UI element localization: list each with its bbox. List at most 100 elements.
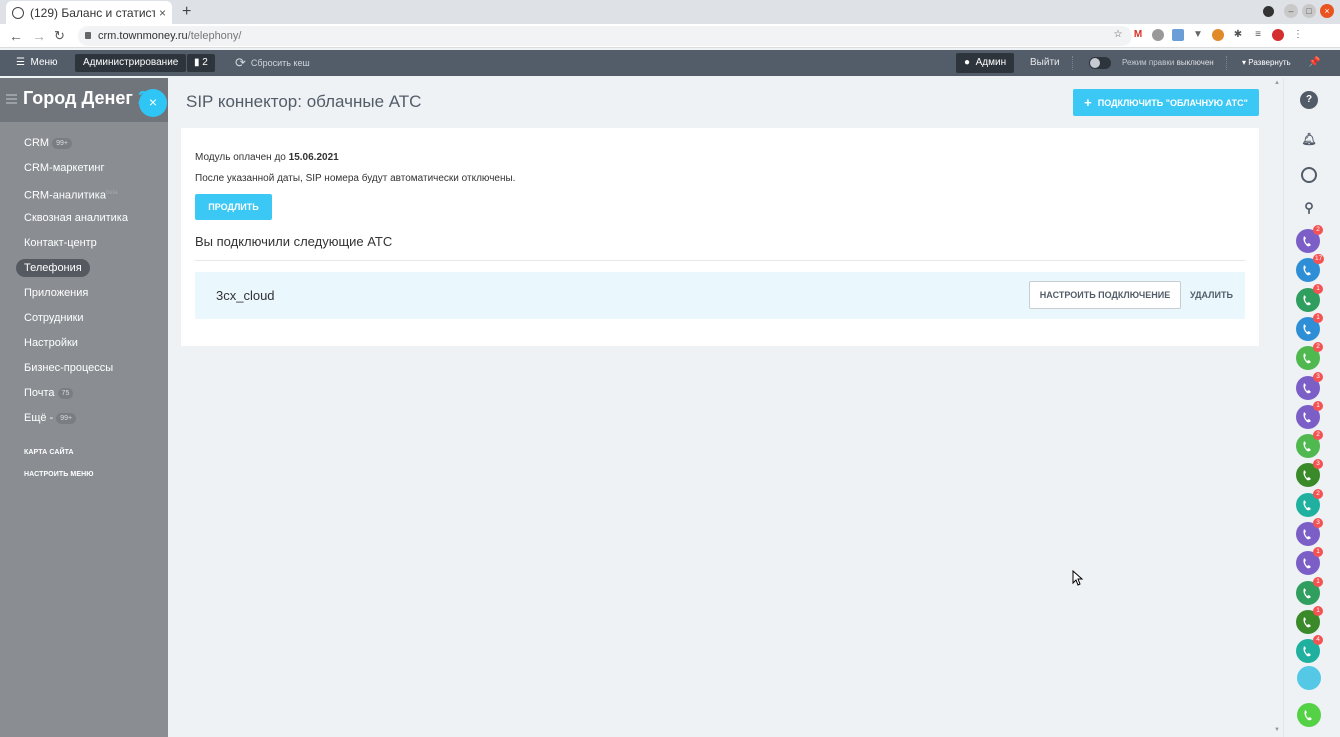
left-sidebar: Город Денег 2 (0, 78, 168, 737)
paid-until-text: Модуль оплачен до 15.06.2021 (195, 152, 339, 163)
scroll-up-arrow-icon[interactable]: ▲ (1274, 80, 1280, 86)
menu-button[interactable]: ☰ Меню (16, 50, 58, 76)
phone-handset-icon (1303, 441, 1311, 452)
puzzle-icon[interactable]: ✱ (1232, 29, 1244, 41)
browser-tab-title: (129) Баланс и статистик (30, 5, 155, 20)
expand-button[interactable]: ▾ Развернуть (1242, 50, 1291, 76)
playlist-icon[interactable]: ≡ (1252, 29, 1264, 41)
new-tab-button[interactable]: + (182, 3, 191, 21)
active-call-avatar[interactable]: 2 (1296, 225, 1323, 253)
delete-pbx-button[interactable]: УДАЛИТЬ (1190, 281, 1233, 309)
phone-handset-icon (1303, 616, 1311, 628)
mail-icon[interactable] (1172, 29, 1184, 41)
window-close-icon[interactable]: × (1320, 4, 1334, 18)
sidebar-item-settings[interactable]: Настройки (24, 335, 78, 351)
bell-icon[interactable]: 🔔︎ (1300, 130, 1318, 148)
tab-close-icon[interactable]: × (159, 6, 166, 20)
phone-handset-icon (1303, 294, 1311, 305)
logout-button[interactable]: Выйти (1030, 50, 1060, 76)
phone-handset-icon (1303, 470, 1311, 481)
user-icon: ● (964, 57, 971, 68)
connect-cloud-pbx-button[interactable]: + ПОДКЛЮЧИТЬ "ОБЛАЧНУЮ АТС" (1073, 89, 1259, 116)
star-bookmark-icon[interactable]: ☆ (1112, 29, 1124, 41)
active-call-avatar[interactable]: 3 (1296, 371, 1323, 400)
active-call-avatar[interactable]: 1 (1296, 400, 1323, 429)
chat-icon[interactable] (1301, 167, 1317, 183)
active-call-avatar[interactable]: 4 (1296, 635, 1323, 664)
active-call-avatar[interactable]: 1 (1296, 576, 1323, 605)
active-call-avatar[interactable]: 1 (1296, 547, 1323, 576)
administration-button[interactable]: Администрирование (75, 54, 187, 72)
sidebar-item-mail[interactable]: Почта 75 (24, 385, 74, 401)
chevron-down-icon: ▾ (1242, 58, 1247, 67)
sidebar-item-crm-analytics[interactable]: CRM-аналитикаbeta (24, 185, 118, 202)
call-count-badge: 2 (1313, 342, 1323, 353)
sidebar-item-label: CRM-аналитика (24, 189, 106, 202)
browser-menu-icon[interactable]: ⋮ (1292, 29, 1304, 41)
pin-icon[interactable]: 📌 (1308, 50, 1320, 76)
extension-orange-icon[interactable] (1212, 29, 1224, 41)
extend-button[interactable]: ПРОДЛИТЬ (195, 194, 272, 220)
reload-icon[interactable]: ↻ (54, 28, 65, 44)
browser-tab[interactable]: (129) Баланс и статистик × (6, 1, 172, 24)
close-sidebar-button[interactable]: × (139, 89, 167, 117)
panel-divider (1226, 56, 1227, 70)
phone-handset-icon (1303, 382, 1311, 393)
vpn-icon[interactable]: ▼ (1192, 29, 1204, 41)
sidebar-item-business-processes[interactable]: Бизнес-процессы (24, 360, 113, 376)
back-arrow-icon[interactable]: ← (9, 28, 23, 44)
phone-handset-icon (1303, 587, 1311, 598)
call-count-badge: 17 (1313, 254, 1325, 265)
search-icon[interactable]: ⚲ (1300, 199, 1318, 217)
forward-arrow-icon[interactable]: → (32, 28, 46, 44)
active-call-avatar[interactable]: 1 (1296, 605, 1323, 634)
profile-avatar-icon[interactable] (1272, 29, 1284, 41)
configure-connection-button[interactable]: НАСТРОИТЬ ПОДКЛЮЧЕНИЕ (1029, 281, 1181, 309)
edit-mode-label: Режим правки выключен (1122, 50, 1214, 76)
help-icon[interactable]: ? (1300, 91, 1318, 109)
maximize-icon[interactable]: □ (1302, 4, 1316, 18)
sidebar-item-contact-center[interactable]: Контакт-центр (24, 235, 97, 251)
scroll-down-arrow-icon[interactable]: ▼ (1274, 727, 1280, 733)
sidebar-hamburger-icon[interactable] (6, 94, 17, 104)
configure-menu-link[interactable]: НАСТРОИТЬ МЕНЮ (24, 471, 94, 478)
call-count-badge: 1 (1313, 605, 1323, 616)
sidebar-item-crm-marketing[interactable]: CRM-маркетинг (24, 160, 104, 176)
reset-cache-button[interactable]: ⟳ Сбросить кеш (235, 50, 310, 76)
sidebar-item-crm[interactable]: CRM 99+ (24, 135, 72, 151)
sidebar-item-employees[interactable]: Сотрудники (24, 310, 84, 326)
call-count-badge: 1 (1313, 400, 1323, 411)
portal-name-text: Город Денег (23, 88, 133, 108)
notifications-button[interactable]: ▮ 2 (187, 54, 215, 72)
extension-icons: ☆ M ▼ ✱ ≡ ⋮ (1112, 29, 1304, 41)
phone-icon[interactable] (1297, 703, 1321, 727)
extension-circle-icon[interactable] (1152, 29, 1164, 41)
active-call-avatar[interactable]: 1 (1296, 312, 1323, 341)
downloads-icon[interactable] (1263, 5, 1274, 17)
address-bar[interactable]: crm.townmoney.ru/telephony/ (78, 26, 1132, 46)
copy-clipboard-icon[interactable] (1297, 666, 1321, 690)
active-call-avatar[interactable]: 3 (1296, 459, 1323, 488)
minimize-icon[interactable]: – (1284, 4, 1298, 18)
call-count-badge: 4 (1313, 635, 1323, 646)
url-path: /telephony/ (187, 30, 242, 42)
edit-mode-toggle[interactable] (1089, 57, 1111, 69)
sidebar-item-telephony[interactable]: Телефония (16, 259, 90, 277)
gmail-icon[interactable]: M (1132, 29, 1144, 41)
active-call-avatar[interactable]: 2 (1296, 342, 1323, 371)
active-call-avatar[interactable]: 2 (1296, 488, 1323, 517)
active-call-avatar[interactable]: 1 (1296, 283, 1323, 312)
sitemap-link[interactable]: КАРТА САЙТА (24, 449, 74, 456)
user-button[interactable]: ● Админ (956, 53, 1015, 73)
notification-icon: ▮ (194, 57, 200, 68)
crm-top-panel: ☰ Меню Администрирование ▮ 2 ⟳ Сбросить … (0, 50, 1340, 76)
divider (195, 260, 1245, 261)
sidebar-item-applications[interactable]: Приложения (24, 285, 88, 301)
active-call-avatar[interactable]: 2 (1296, 430, 1323, 459)
sidebar-item-more[interactable]: Ещё -99+ (24, 410, 77, 426)
edit-mode-state: выключен (1176, 58, 1214, 67)
active-call-avatar[interactable]: 3 (1296, 518, 1323, 546)
connected-pbx-heading: Вы подключили следующие АТС (195, 234, 393, 249)
active-call-avatar[interactable]: 17 (1296, 254, 1325, 283)
sidebar-item-end-to-end-analytics[interactable]: Сквозная аналитика (24, 210, 128, 226)
